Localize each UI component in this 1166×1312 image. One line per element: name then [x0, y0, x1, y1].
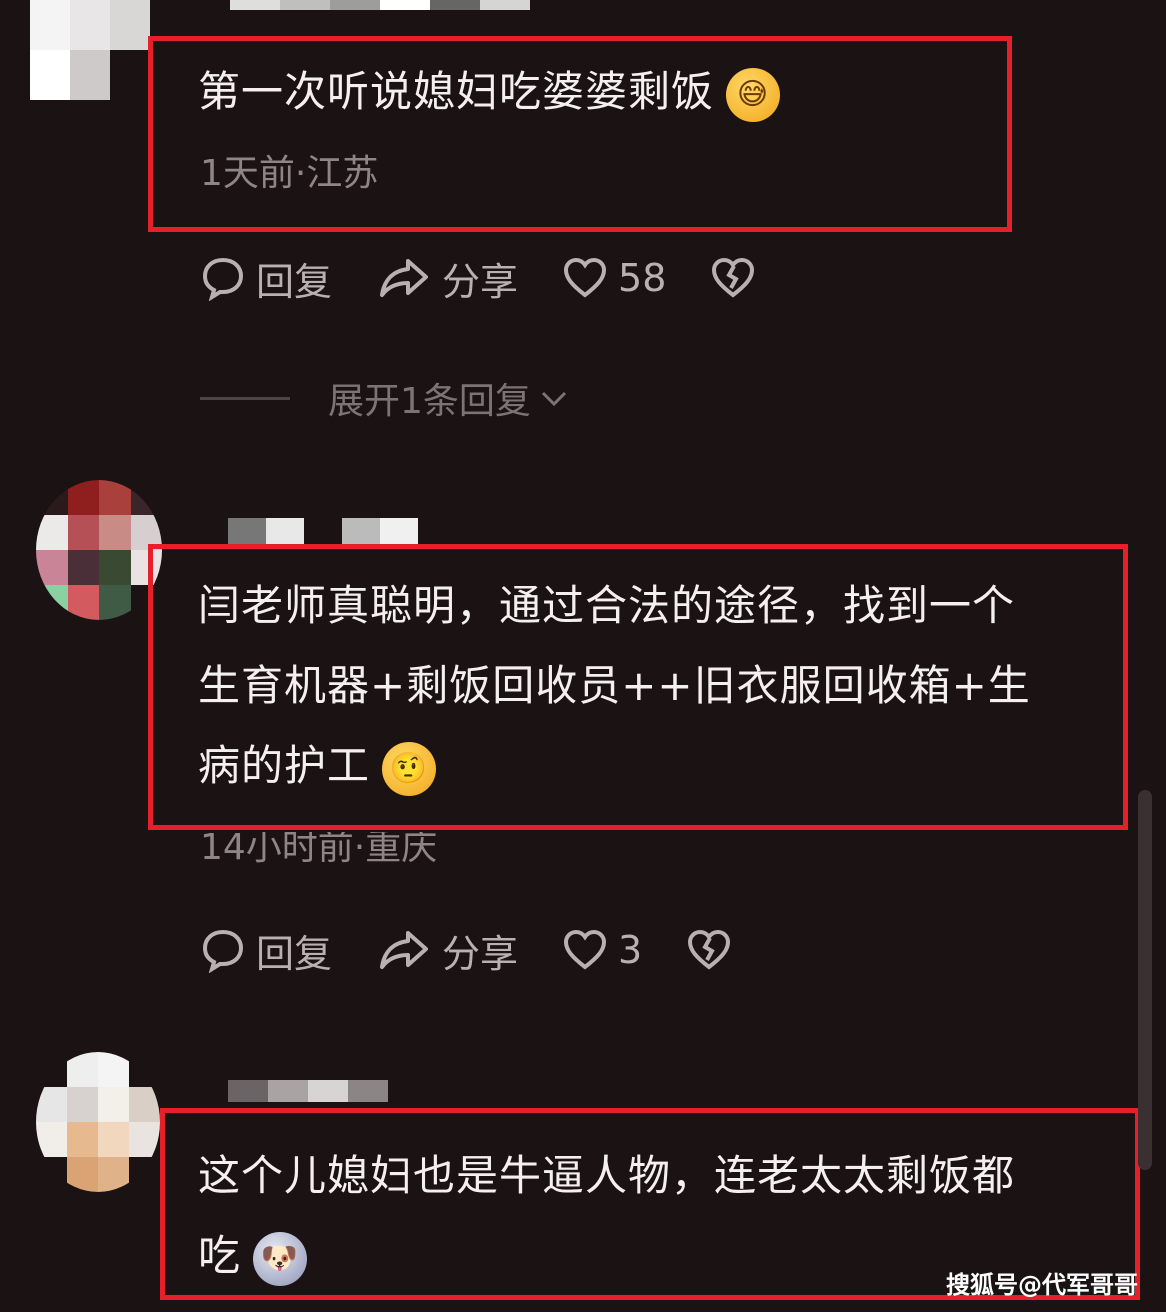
share-label: 分享 [442, 931, 519, 976]
reply-label: 回复 [256, 931, 333, 976]
heart-icon [564, 257, 607, 298]
username[interactable] [228, 1080, 388, 1102]
comment-line: 这个儿媳妇也是牛逼人物，连老太太剩饭都 [198, 1151, 1016, 1200]
watermark: 搜狐号@代军哥哥 [946, 1271, 1138, 1299]
broken-heart-icon [712, 257, 755, 298]
avatar[interactable] [36, 1052, 160, 1192]
sweat-smile-emoji: 😅 [726, 67, 781, 122]
dislike-button[interactable] [710, 255, 766, 301]
heart-icon [564, 929, 607, 970]
comment-icon [202, 257, 244, 301]
share-icon [380, 931, 429, 969]
comment-actions: 回复 分享 3 [200, 920, 786, 980]
avatar[interactable] [30, 0, 150, 100]
like-count: 58 [618, 256, 667, 300]
reply-button[interactable]: 回复 [200, 923, 332, 978]
comment-line: 生育机器+剩饭回收员++旧衣服回收箱+生 [198, 661, 1031, 710]
reply-button[interactable]: 回复 [200, 251, 332, 306]
scrollbar[interactable] [1138, 790, 1152, 1170]
dislike-button[interactable] [686, 927, 742, 973]
username[interactable] [228, 518, 418, 544]
like-button[interactable]: 3 [562, 927, 642, 973]
chevron-down-icon [541, 391, 566, 407]
comment-meta: 1天前·江苏 [200, 153, 379, 194]
comment-line: 闫老师真聪明，通过合法的途径，找到一个 [198, 581, 1016, 630]
comment-text: 第一次听说媳妇吃婆婆剩饭 😅 [198, 52, 781, 132]
reply-label: 回复 [256, 259, 333, 304]
broken-heart-icon [688, 929, 731, 970]
expand-label: 展开1条回复 [328, 381, 531, 422]
comment-text: 这个儿媳妇也是牛逼人物，连老太太剩饭都 吃 🐶 [198, 1136, 1015, 1296]
dog-emoji: 🐶 [253, 1231, 308, 1286]
divider [200, 396, 290, 400]
comment-line: 吃 [198, 1231, 242, 1280]
username[interactable] [230, 0, 530, 10]
share-button[interactable]: 分享 [376, 251, 518, 306]
avatar[interactable] [36, 480, 162, 620]
like-button[interactable]: 58 [562, 255, 666, 301]
comment-text: 闫老师真聪明，通过合法的途径，找到一个 生育机器+剩饭回收员++旧衣服回收箱+生… [198, 566, 1031, 806]
comment-icon [202, 929, 244, 973]
share-icon [380, 259, 429, 297]
comment-actions: 回复 分享 58 [200, 248, 810, 308]
comment-line: 病的护工 [198, 741, 371, 790]
expand-replies-button[interactable]: 展开1条回复 [200, 372, 571, 424]
like-count: 3 [618, 928, 643, 972]
share-label: 分享 [442, 259, 519, 304]
share-button[interactable]: 分享 [376, 923, 518, 978]
raised-eyebrow-emoji: 🤨 [382, 741, 437, 796]
